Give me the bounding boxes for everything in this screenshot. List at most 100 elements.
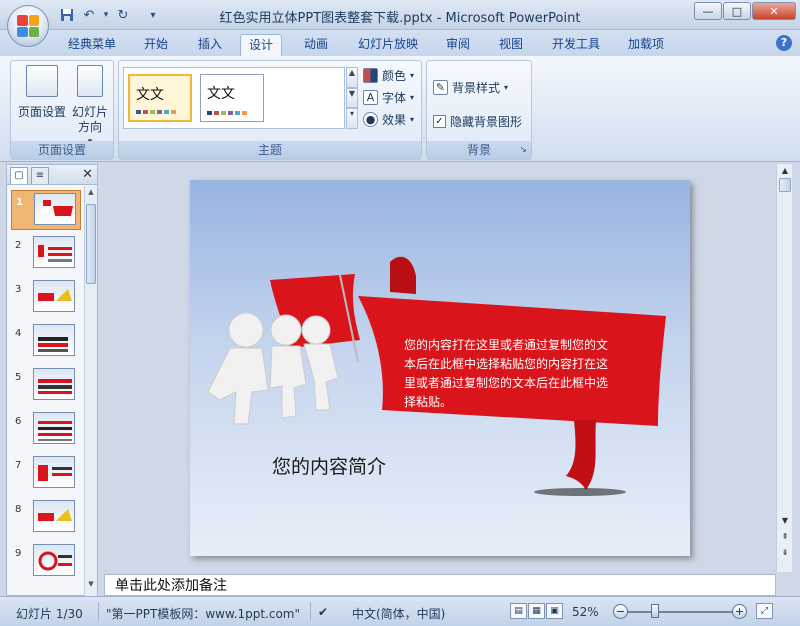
hide-background-graphics-checkbox[interactable]: ✓ 隐藏背景图形 bbox=[433, 113, 522, 130]
slide-thumbnail[interactable]: 6 bbox=[11, 410, 81, 450]
slide-orientation-icon bbox=[77, 65, 103, 97]
slide-thumbnail[interactable]: 4 bbox=[11, 322, 81, 362]
zoom-out-button[interactable]: − bbox=[613, 604, 628, 619]
tab-view[interactable]: 视图 bbox=[491, 34, 531, 56]
tab-home[interactable]: 开始 bbox=[136, 34, 176, 56]
next-slide-icon[interactable]: ⇟ bbox=[779, 548, 791, 557]
theme-color-bars bbox=[207, 111, 247, 115]
group-background: ✎ 背景样式 ▾ ✓ 隐藏背景图形 背景 ↘ bbox=[426, 60, 532, 160]
slide-number: 7 bbox=[15, 460, 22, 471]
panel-tabs: ▢ ≡ ✕ bbox=[7, 165, 97, 185]
close-icon[interactable]: ✕ bbox=[82, 167, 93, 182]
slide-thumbnail-image bbox=[34, 193, 76, 225]
slides-tab-icon[interactable]: ▢ bbox=[10, 167, 28, 184]
colors-button[interactable]: 颜色 ▾ bbox=[363, 67, 414, 84]
status-bar: 幻灯片 1/30 "第一PPT模板网：www.1ppt.com" ✔ 中文(简体… bbox=[0, 596, 800, 626]
slide[interactable]: 您的内容打在这里或者通过复制您的文本后在此框中选择粘贴您的内容打在这里或者通过复… bbox=[190, 180, 690, 556]
editor-scrollbar[interactable]: ▲ ▼ ⇞ ⇟ bbox=[776, 164, 792, 572]
slide-thumbnail[interactable]: 2 bbox=[11, 234, 81, 274]
page-setup-label: 页面设置 bbox=[17, 105, 66, 119]
tab-slideshow[interactable]: 幻灯片放映 bbox=[350, 34, 426, 56]
group-label-page-setup: 页面设置 bbox=[11, 141, 113, 159]
tab-insert[interactable]: 插入 bbox=[190, 34, 230, 56]
office-button[interactable] bbox=[7, 5, 49, 47]
ribbon-text[interactable]: 您的内容打在这里或者通过复制您的文本后在此框中选择粘贴您的内容打在这里或者通过复… bbox=[404, 336, 618, 412]
slide-thumbnail[interactable]: 1 bbox=[11, 190, 81, 230]
slide-counter: 幻灯片 1/30 bbox=[16, 607, 83, 621]
theme-name: "第一PPT模板网：www.1ppt.com" bbox=[106, 607, 301, 621]
gallery-down-button[interactable]: ▼ bbox=[346, 87, 358, 109]
slide-orientation-button[interactable]: 幻灯片方向 ▾ bbox=[69, 65, 111, 150]
previous-slide-icon[interactable]: ⇞ bbox=[779, 532, 791, 541]
slide-sorter-button[interactable]: ▦ bbox=[528, 603, 545, 619]
tab-design[interactable]: 设计 bbox=[240, 34, 283, 56]
normal-view-button[interactable]: ▤ bbox=[510, 603, 527, 619]
zoom-in-button[interactable]: + bbox=[732, 604, 747, 619]
page-setup-button[interactable]: 页面设置 bbox=[17, 65, 67, 120]
slide-number: 5 bbox=[15, 372, 22, 383]
scrollbar-thumb[interactable] bbox=[86, 204, 96, 284]
main-area: ▢ ≡ ✕ 1 2 3 4 5 6 7 8 9 ▲ ▼ 您的内容打在这里或者通过… bbox=[0, 162, 800, 596]
maximize-button[interactable]: □ bbox=[723, 2, 751, 20]
fit-to-window-button[interactable]: ⤢ bbox=[756, 603, 773, 619]
slide-thumbnail[interactable]: 7 bbox=[11, 454, 81, 494]
chevron-down-icon: ▾ bbox=[410, 93, 415, 102]
theme-gallery: 文文 文文 bbox=[123, 67, 345, 129]
intro-text[interactable]: 您的内容简介 bbox=[272, 452, 386, 479]
tab-addins[interactable]: 加载项 bbox=[620, 34, 672, 56]
slide-thumbnail-image bbox=[33, 544, 75, 576]
language-indicator[interactable]: 中文(简体，中国) bbox=[352, 605, 445, 622]
group-label-background-text: 背景 bbox=[466, 143, 491, 157]
scrollbar-thumb[interactable] bbox=[779, 178, 791, 192]
office-logo-icon bbox=[17, 15, 39, 37]
scroll-down-icon[interactable]: ▼ bbox=[779, 516, 791, 525]
effects-button[interactable]: ● 效果 ▾ bbox=[363, 111, 414, 128]
notes-pane[interactable]: 单击此处添加备注 bbox=[104, 574, 776, 596]
theme-option[interactable]: 文文 bbox=[128, 74, 192, 122]
tab-classic-menu[interactable]: 经典菜单 bbox=[60, 34, 124, 56]
gallery-scroll: ▲ ▼ ▾ bbox=[346, 67, 358, 130]
slides-panel: ▢ ≡ ✕ 1 2 3 4 5 6 7 8 9 ▲ ▼ bbox=[6, 164, 98, 596]
thumbnail-scrollbar[interactable]: ▲ ▼ bbox=[84, 186, 97, 596]
chevron-down-icon: ▾ bbox=[410, 71, 415, 80]
slideshow-button[interactable]: ▣ bbox=[546, 603, 563, 619]
zoom-slider-track[interactable] bbox=[628, 611, 732, 613]
tab-developer[interactable]: 开发工具 bbox=[544, 34, 608, 56]
background-styles-label: 背景样式 bbox=[452, 81, 501, 95]
scroll-up-icon[interactable]: ▲ bbox=[779, 166, 791, 175]
slide-thumbnail[interactable]: 3 bbox=[11, 278, 81, 318]
slide-thumbnail-image bbox=[33, 236, 75, 268]
scroll-down-icon[interactable]: ▼ bbox=[85, 580, 97, 594]
zoom-level[interactable]: 52% bbox=[572, 605, 599, 619]
ribbon: 页面设置 幻灯片方向 ▾ 页面设置 文文 文文 ▲ bbox=[0, 56, 800, 162]
group-label-themes: 主题 bbox=[119, 141, 421, 159]
slide-thumbnail[interactable]: 9 bbox=[11, 542, 81, 582]
hide-background-graphics-label: 隐藏背景图形 bbox=[450, 115, 523, 129]
gallery-up-button[interactable]: ▲ bbox=[346, 67, 358, 88]
help-icon[interactable]: ? bbox=[776, 35, 792, 51]
page-setup-icon bbox=[26, 65, 58, 97]
slide-thumbnail-image bbox=[33, 412, 75, 444]
close-button[interactable]: ✕ bbox=[752, 2, 796, 20]
fonts-button[interactable]: A 字体 ▾ bbox=[363, 89, 414, 106]
gallery-more-button[interactable]: ▾ bbox=[346, 108, 358, 130]
theme-option[interactable]: 文文 bbox=[200, 74, 264, 122]
scroll-up-icon[interactable]: ▲ bbox=[85, 188, 97, 202]
fonts-icon: A bbox=[363, 90, 378, 105]
tab-review[interactable]: 审阅 bbox=[438, 34, 478, 56]
minimize-button[interactable]: — bbox=[694, 2, 722, 20]
background-styles-button[interactable]: ✎ 背景样式 ▾ bbox=[433, 79, 508, 96]
spelling-check-icon[interactable]: ✔ bbox=[318, 605, 328, 619]
dialog-launcher-icon[interactable]: ↘ bbox=[519, 141, 527, 159]
zoom-slider-knob[interactable] bbox=[651, 604, 659, 618]
ribbon-tabs: 经典菜单 开始 插入 设计 动画 幻灯片放映 审阅 视图 开发工具 加载项 ? bbox=[0, 30, 800, 56]
slide-thumbnail-image bbox=[33, 456, 75, 488]
slide-thumbnail[interactable]: 5 bbox=[11, 366, 81, 406]
group-page-setup: 页面设置 幻灯片方向 ▾ 页面设置 bbox=[10, 60, 114, 160]
tab-animation[interactable]: 动画 bbox=[296, 34, 336, 56]
ribbon-top-fold bbox=[390, 256, 416, 294]
status-separator bbox=[310, 602, 311, 621]
outline-tab-icon[interactable]: ≡ bbox=[31, 167, 49, 184]
slide-number: 2 bbox=[15, 240, 22, 251]
slide-thumbnail[interactable]: 8 bbox=[11, 498, 81, 538]
